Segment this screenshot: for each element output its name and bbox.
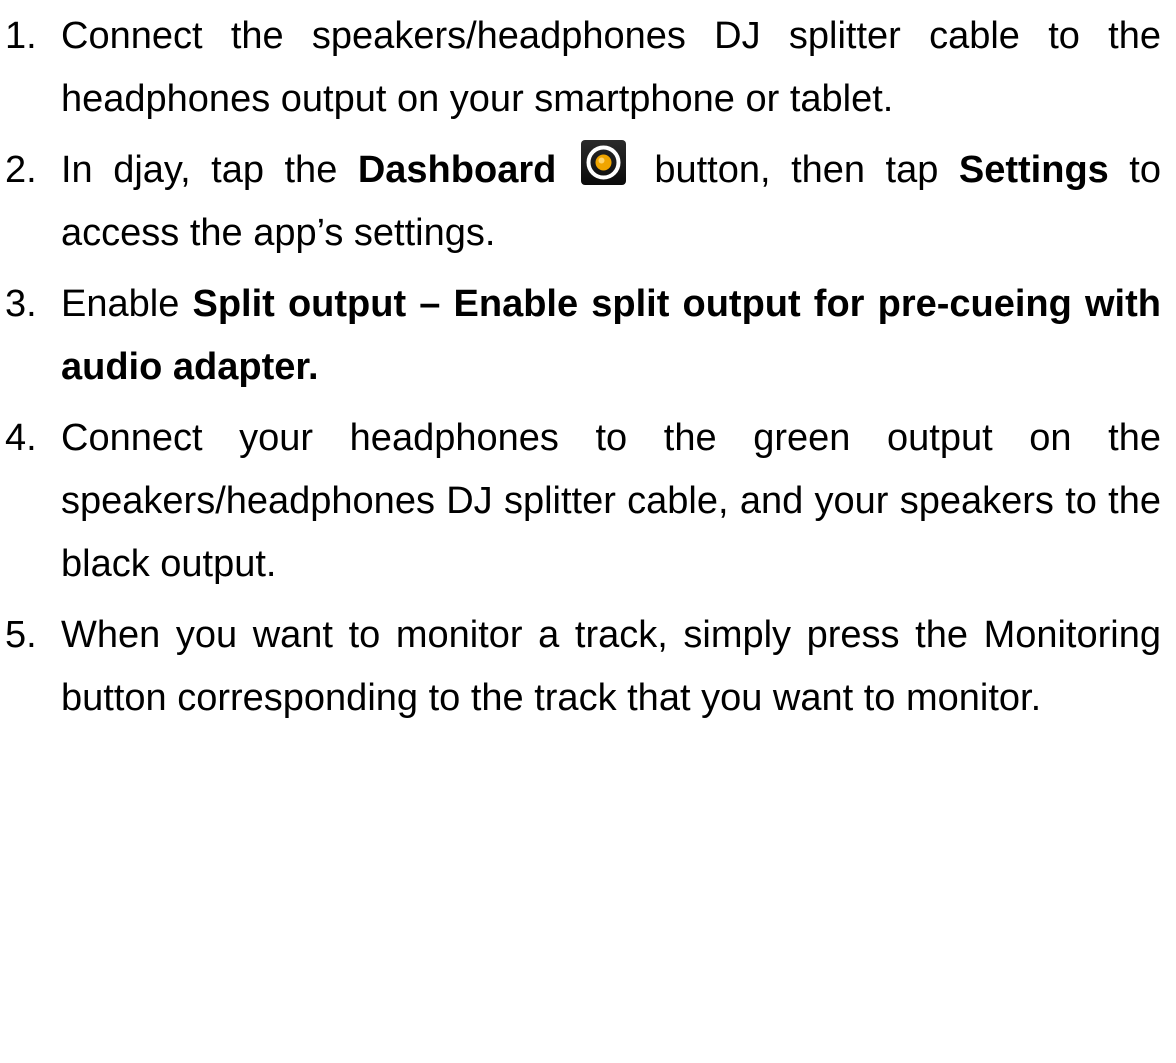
step-3: 3. Enable Split output – Enable split ou… <box>0 273 1176 399</box>
step-text-mid: button, then tap <box>633 149 959 191</box>
step-number: 1. <box>5 15 37 57</box>
dashboard-label: Dashboard <box>357 149 557 191</box>
step-text: Connect your headphones to the green out… <box>61 417 1161 585</box>
step-text-pre: In djay, tap the <box>61 149 358 191</box>
step-number: 2. <box>5 149 37 191</box>
step-text-pre: Enable <box>61 283 193 325</box>
step-5: 5. When you want to monitor a track, sim… <box>0 604 1176 730</box>
step-number: 3. <box>5 283 37 325</box>
step-4: 4. Connect your headphones to the green … <box>0 407 1176 596</box>
instruction-list: 1. Connect the speakers/headphones DJ sp… <box>0 0 1176 738</box>
step-1: 1. Connect the speakers/headphones DJ sp… <box>0 5 1176 131</box>
settings-label: Settings <box>958 149 1109 191</box>
step-text: Connect the speakers/headphones DJ split… <box>61 15 1161 120</box>
step-number: 4. <box>5 417 37 459</box>
dashboard-button-icon <box>580 140 626 185</box>
step-2: 2. In djay, tap the Dashboard button, th… <box>0 139 1176 265</box>
split-output-setting: Split output – Enable split output for p… <box>61 283 1161 388</box>
step-text: When you want to monitor a track, simply… <box>61 614 1161 719</box>
step-number: 5. <box>5 614 37 656</box>
